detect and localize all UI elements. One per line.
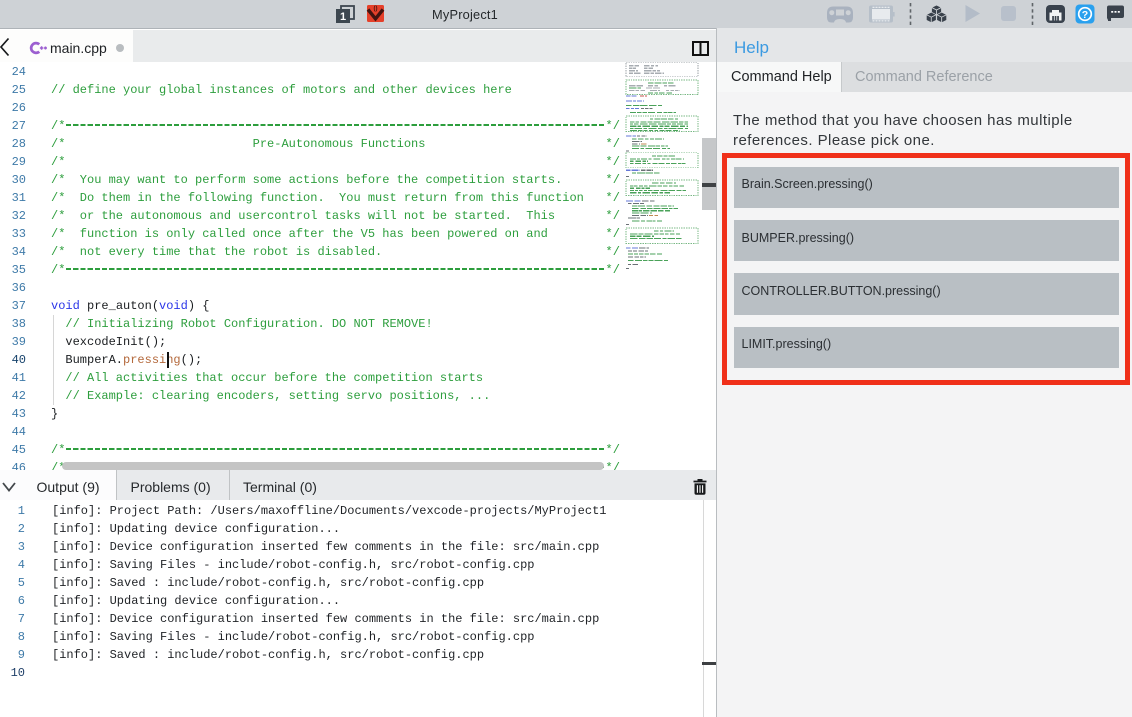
svg-text:?: ? [1082,9,1088,21]
svg-text:(): () [374,6,378,12]
svg-text:1: 1 [340,11,346,23]
